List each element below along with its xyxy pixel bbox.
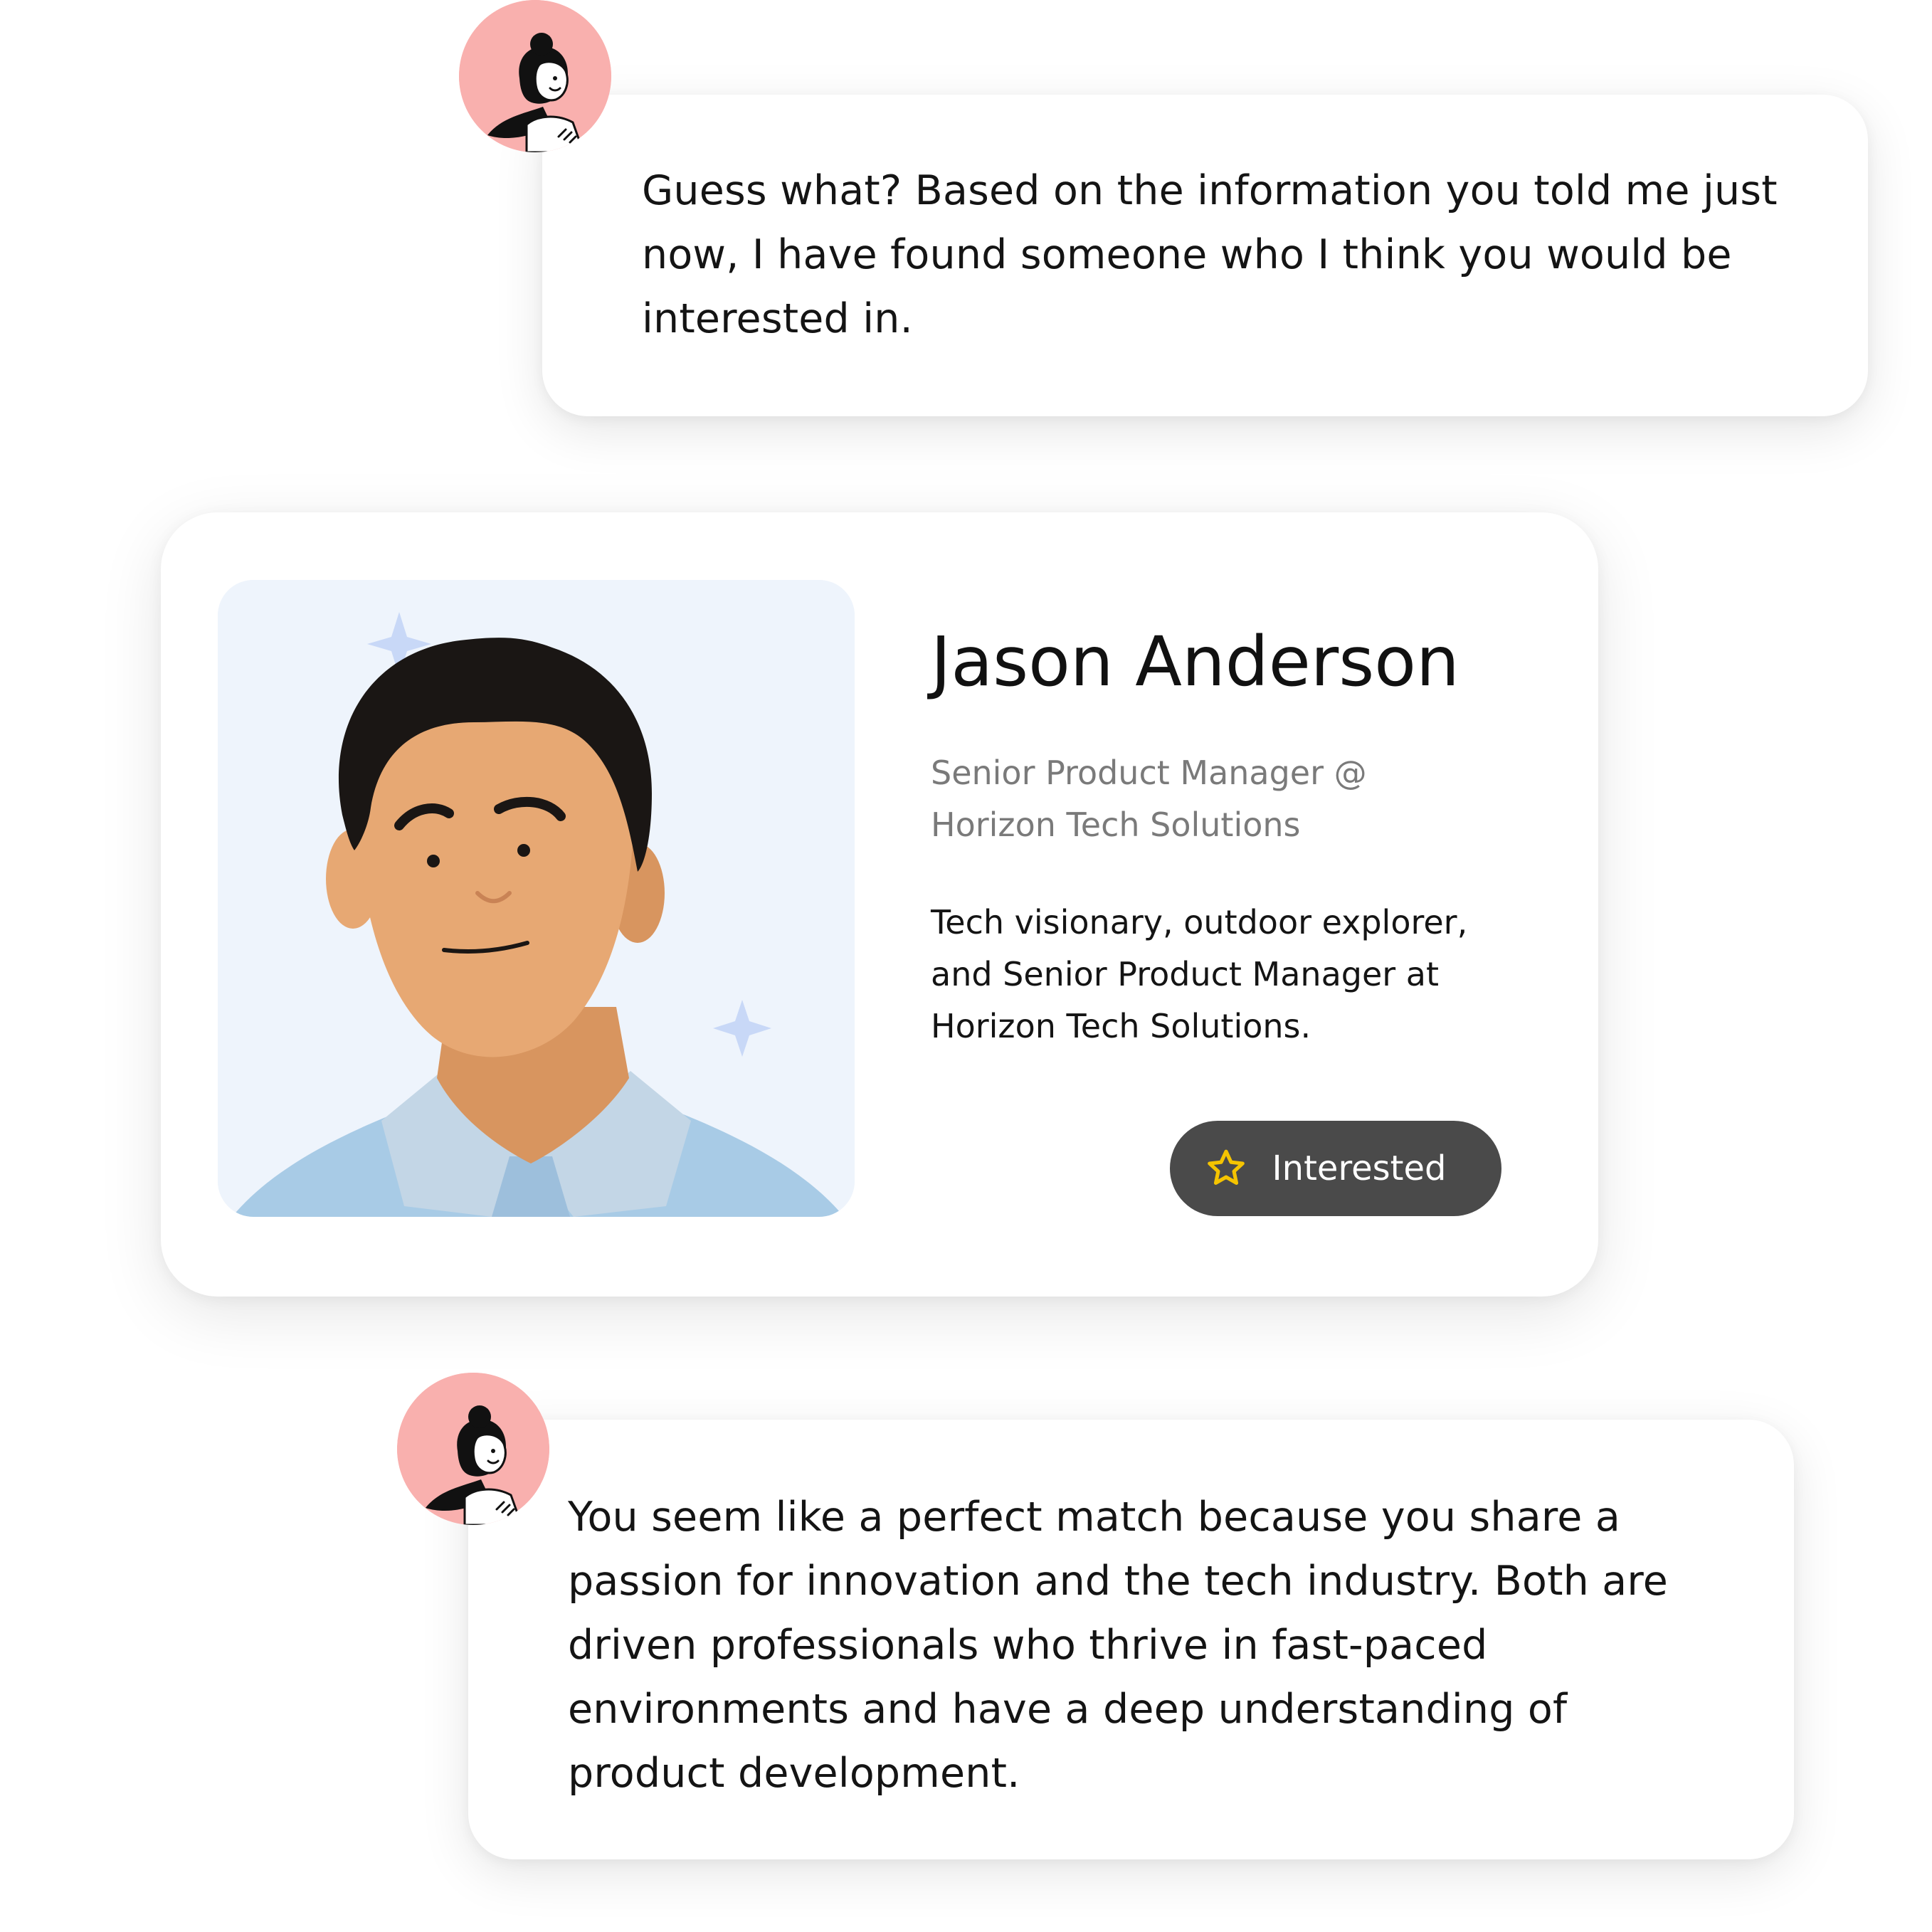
profile-card: Jason Anderson Senior Product Manager @ … — [161, 512, 1598, 1297]
interested-button[interactable]: Interested — [1170, 1121, 1501, 1216]
star-icon — [1207, 1149, 1245, 1185]
assistant-message-bubble: Guess what? Based on the information you… — [542, 95, 1868, 416]
message-text: Guess what? Based on the information you… — [642, 167, 1778, 342]
profile-job-title: Senior Product Manager @ Horizon Tech So… — [931, 754, 1367, 844]
assistant-avatar-icon — [459, 0, 611, 152]
profile-photo — [218, 580, 855, 1217]
assistant-avatar — [459, 0, 611, 152]
assistant-message-bubble: You seem like a perfect match because yo… — [468, 1420, 1794, 1859]
profile-name: Jason Anderson — [931, 622, 1459, 702]
person-avatar-illustration — [218, 580, 855, 1217]
profile-bio: Tech visionary, outdoor explorer, and Se… — [931, 903, 1468, 1045]
interested-label: Interested — [1272, 1149, 1447, 1188]
assistant-avatar-icon — [397, 1373, 549, 1525]
assistant-avatar — [397, 1373, 549, 1525]
message-text: You seem like a perfect match because yo… — [568, 1494, 1669, 1797]
